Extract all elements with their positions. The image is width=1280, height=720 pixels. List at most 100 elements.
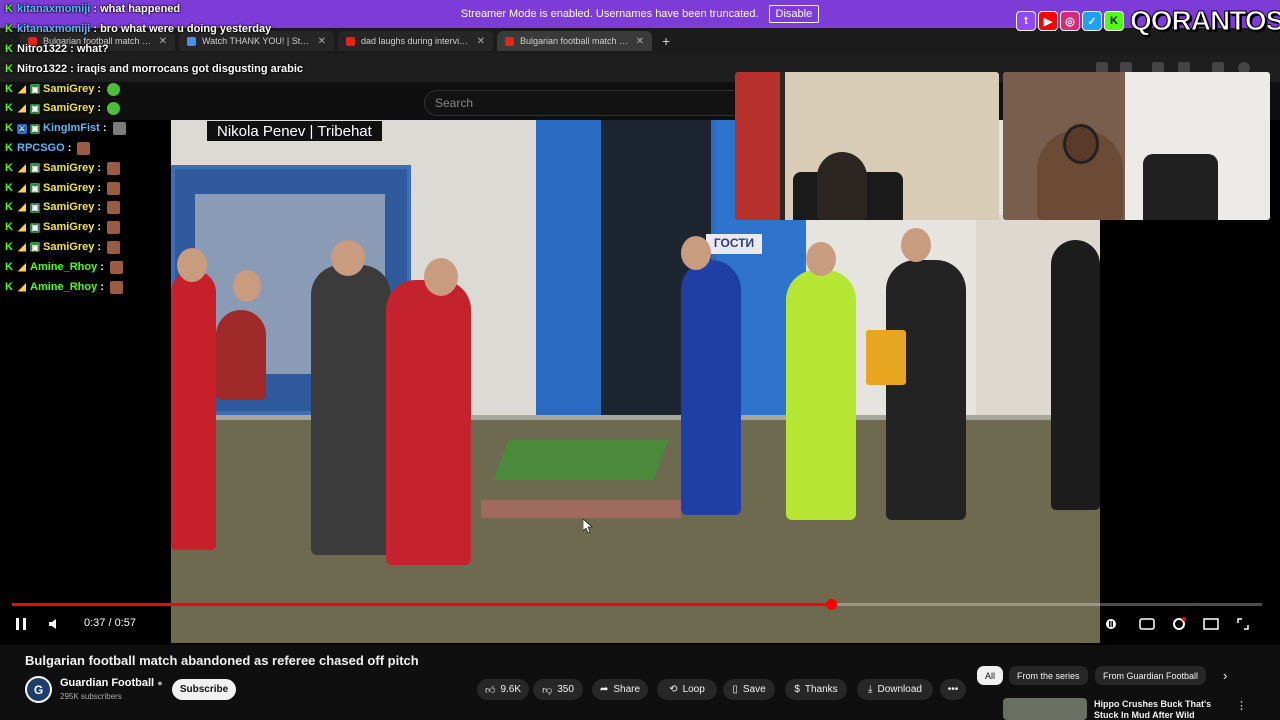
kick-badge-icon: K — [5, 82, 13, 95]
tab-title: Bulgarian football match ab... — [520, 36, 630, 46]
chat-message: K ◢ Amine_Rhoy: — [4, 277, 324, 297]
chat-message: K Nitro1322: iraqis and morrocans got dis… — [4, 59, 324, 79]
browser-tab[interactable]: dad laughs during interview - Y... ✕ — [338, 31, 493, 51]
kick-badge-icon: K — [5, 201, 13, 214]
person-yellow-jacket — [786, 270, 856, 520]
chat-emote-icon — [107, 82, 121, 96]
browser-tab-active[interactable]: Bulgarian football match ab... ✕ — [497, 31, 652, 51]
kick-badge-icon: K — [5, 23, 13, 36]
channel-name-text[interactable]: Guardian Football — [60, 677, 154, 689]
loop-label: Loop — [682, 684, 705, 695]
kick-badge-icon: K — [5, 3, 13, 16]
chat-text: : — [102, 122, 107, 135]
chat-text: : — [97, 221, 102, 234]
share-label: Share — [613, 684, 641, 695]
time-display: 0:37 / 0:57 — [84, 617, 136, 629]
headset-icon — [1063, 124, 1099, 164]
loop-button[interactable]: ⟲ Loop — [657, 679, 717, 700]
subscriber-badge-icon: ▣ — [30, 202, 40, 213]
subscriber-badge-icon: ▣ — [30, 103, 40, 114]
like-button[interactable]: 👍︎ 9.6K — [477, 679, 529, 700]
chat-message: K ◢ ▣ SamiGrey: — [4, 158, 324, 178]
chat-username: kitanaxmomiji — [17, 3, 91, 16]
search-input[interactable]: Search — [424, 90, 744, 116]
supporter-badge-icon: ◢ — [18, 241, 26, 253]
supporter-badge-icon: ◢ — [18, 83, 26, 95]
chat-text: : — [97, 181, 102, 194]
subscriber-badge-icon: ▣ — [30, 123, 40, 134]
save-button[interactable]: ▯ Save — [723, 679, 775, 700]
dislike-button[interactable]: 👎︎ 350 — [533, 679, 583, 700]
subscriber-badge-icon: ▣ — [30, 222, 40, 233]
chat-message: K ◢ ▣ SamiGrey: — [4, 79, 324, 99]
chat-message: K ◢ ▣ SamiGrey: — [4, 99, 324, 119]
youtube-icon: ▶ — [1038, 11, 1058, 31]
scrubber-handle[interactable] — [825, 599, 837, 610]
chevron-right-icon[interactable]: › — [1215, 666, 1235, 685]
person-dark-jacket — [886, 260, 966, 520]
chat-emote-icon — [107, 181, 121, 195]
chat-emote-icon — [107, 240, 121, 254]
chat-message: K ◢ ▣ SamiGrey: — [4, 218, 324, 238]
captions-icon[interactable] — [1138, 614, 1156, 634]
recommendation-thumbnail[interactable] — [1003, 698, 1087, 720]
instagram-icon: ◎ — [1060, 11, 1080, 31]
kick-icon: K — [1104, 11, 1124, 31]
chip-from-channel[interactable]: From Guardian Football — [1095, 666, 1207, 685]
thanks-icon: $ — [794, 684, 800, 695]
flag-poster — [735, 72, 780, 220]
chat-overlay: Kkitanaxmomiji: what happened Kkitanaxmom… — [4, 0, 324, 297]
chat-text: : — [100, 260, 104, 273]
supporter-badge-icon: ◢ — [18, 103, 26, 115]
download-icon: ⤓ — [868, 684, 873, 695]
thanks-button[interactable]: $ Thanks — [785, 679, 847, 700]
chat-emote-icon — [112, 122, 126, 136]
settings-gear-icon[interactable] — [1170, 614, 1188, 634]
turf-patch — [493, 440, 669, 480]
screen: Streamer Mode is enabled. Usernames have… — [0, 0, 1280, 720]
supporter-badge-icon: ◢ — [18, 281, 26, 293]
pause-button[interactable] — [12, 614, 30, 634]
share-icon: ➦ — [599, 684, 609, 695]
download-button[interactable]: ⤓ Download — [857, 679, 933, 700]
like-count: 9.6K — [500, 684, 522, 695]
chat-username: SamiGrey — [43, 240, 95, 253]
disable-streamer-mode-button[interactable]: Disable — [768, 5, 820, 23]
webcam-guest — [735, 72, 999, 220]
subscribe-button[interactable]: Subscribe — [172, 679, 236, 700]
chat-username: SamiGrey — [43, 161, 95, 174]
close-tab-icon[interactable]: ✕ — [477, 36, 485, 47]
chat-message: Kkitanaxmomiji: what happened — [4, 0, 324, 20]
fullscreen-icon[interactable] — [1234, 614, 1252, 634]
more-actions-button[interactable]: ••• — [940, 679, 966, 700]
chat-text: : what happened — [93, 3, 181, 16]
supporter-badge-icon: ◢ — [18, 222, 26, 234]
autoplay-toggle[interactable] — [1102, 614, 1120, 634]
new-tab-button[interactable]: + — [662, 33, 670, 49]
volume-icon[interactable] — [46, 614, 64, 634]
twitch-icon: t — [1016, 11, 1036, 31]
chat-emote-icon — [107, 221, 121, 235]
miniplayer-icon[interactable] — [1202, 614, 1220, 634]
chat-text: : — [97, 201, 102, 214]
share-button[interactable]: ➦ Share — [592, 679, 648, 700]
kick-badge-icon: K — [5, 221, 13, 234]
person-red-jacket — [171, 270, 216, 550]
chat-message: K ◢ ▣ SamiGrey: — [4, 238, 324, 258]
channel-avatar[interactable]: G — [25, 676, 52, 703]
recommendation-title[interactable]: Hippo Crushes Buck That's Stuck In Mud A… — [1094, 699, 1229, 720]
more-vert-icon[interactable]: ⋮ — [1236, 699, 1247, 712]
save-label: Save — [742, 684, 766, 695]
chat-emote-icon — [107, 102, 121, 116]
chat-username: Amine_Rhoy — [30, 280, 98, 293]
progress-bar[interactable] — [12, 599, 1262, 610]
gaming-chair — [1143, 154, 1218, 220]
chat-emote-icon — [107, 201, 121, 215]
kick-badge-icon: K — [5, 62, 13, 75]
person-head — [901, 228, 931, 262]
person-teal-tracksuit — [1051, 240, 1100, 510]
channel-name[interactable]: Guardian Football ● — [60, 677, 163, 689]
chip-from-series[interactable]: From the series — [1009, 666, 1088, 685]
chip-all[interactable]: All — [977, 666, 1004, 685]
close-tab-icon[interactable]: ✕ — [636, 36, 644, 47]
